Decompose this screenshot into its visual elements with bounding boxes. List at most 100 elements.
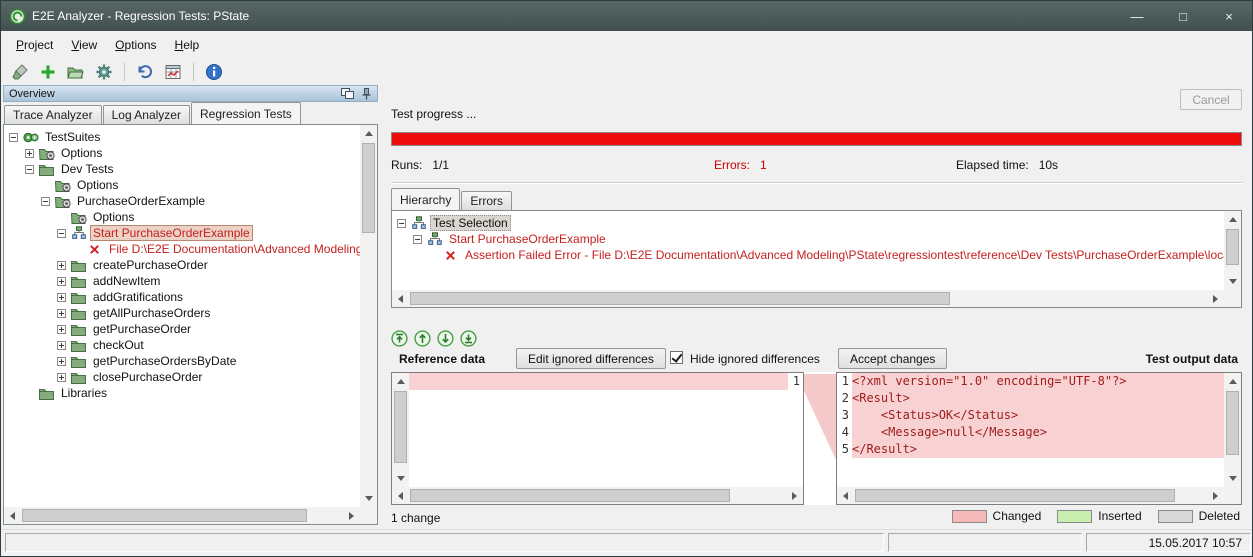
horizontal-scrollbar[interactable] [837,487,1224,504]
collapse-icon[interactable] [9,133,18,142]
collapse-icon[interactable] [413,235,422,244]
info-icon[interactable] [203,61,225,83]
tab-errors[interactable]: Errors [461,191,512,210]
scrollbar-thumb[interactable] [394,391,407,463]
tree-item[interactable]: Test Selection [393,215,1224,231]
tree-item[interactable]: Start PurchaseOrderExample [393,231,1224,247]
scroll-up-button[interactable] [1224,373,1241,390]
tree-item[interactable]: Libraries [5,385,360,401]
collapse-icon[interactable] [397,219,406,228]
tab-log-analyzer[interactable]: Log Analyzer [103,105,190,124]
scroll-left-button[interactable] [4,507,21,524]
scrollbar-thumb[interactable] [22,509,307,522]
minimize-button[interactable]: — [1114,1,1160,31]
clean-icon[interactable] [9,61,31,83]
panel-splitter[interactable] [378,85,389,525]
expand-icon[interactable] [57,325,66,334]
scroll-left-button[interactable] [392,290,409,307]
tree-item[interactable]: Dev Tests [5,161,360,177]
tree-item[interactable]: Assertion Failed Error - File D:\E2E Doc… [393,247,1224,263]
scrollbar-thumb[interactable] [1226,229,1239,265]
scrollbar-thumb[interactable] [1226,391,1239,455]
expand-icon[interactable] [57,277,66,286]
next-difference-button[interactable] [437,330,455,348]
expand-icon[interactable] [57,293,66,302]
reference-data-pane[interactable]: 1 [391,372,804,505]
tree-item[interactable]: Options [5,209,360,225]
tree-item[interactable]: Options [5,177,360,193]
horizontal-scrollbar[interactable] [392,487,803,504]
tree-item[interactable]: File D:\E2E Documentation\Advanced Model… [5,241,360,257]
scroll-left-button[interactable] [392,487,409,504]
report-icon[interactable] [162,61,184,83]
tree-item[interactable]: checkOut [5,337,360,353]
vertical-scrollbar[interactable] [1224,373,1241,487]
tree-item[interactable]: addGratifications [5,289,360,305]
vertical-scrollbar[interactable] [360,125,377,507]
expand-icon[interactable] [57,341,66,350]
collapse-icon[interactable] [41,197,50,206]
scroll-down-button[interactable] [360,490,377,507]
pin-icon[interactable] [361,88,372,100]
expand-icon[interactable] [57,261,66,270]
scroll-down-button[interactable] [392,470,409,487]
horizontal-scrollbar[interactable] [392,290,1224,307]
scroll-right-button[interactable] [1207,487,1224,504]
tree-item[interactable]: Start PurchaseOrderExample [5,225,360,241]
add-icon[interactable] [37,61,59,83]
menu-help[interactable]: Help [166,33,209,57]
open-icon[interactable] [65,61,87,83]
menu-project[interactable]: Project [7,33,62,57]
first-difference-button[interactable] [391,330,409,348]
scrollbar-thumb[interactable] [855,489,1175,502]
expand-icon[interactable] [25,149,34,158]
scroll-up-button[interactable] [392,373,409,390]
scroll-right-button[interactable] [343,507,360,524]
tab-hierarchy[interactable]: Hierarchy [391,188,460,210]
collapse-icon[interactable] [25,165,34,174]
vertical-scrollbar[interactable] [392,373,409,487]
scroll-down-button[interactable] [1224,273,1241,290]
scroll-up-button[interactable] [360,125,377,142]
tab-regression-tests[interactable]: Regression Tests [191,102,301,124]
scroll-left-button[interactable] [837,487,854,504]
close-button[interactable]: × [1206,1,1252,31]
expand-icon[interactable] [57,373,66,382]
expand-icon[interactable] [57,309,66,318]
tree-item[interactable]: Options [5,145,360,161]
menu-view[interactable]: View [62,33,106,57]
test-output-pane[interactable]: 1<?xml version="1.0" encoding="UTF-8"?>2… [836,372,1242,505]
titlebar[interactable]: E2E Analyzer - Regression Tests: PState … [1,1,1252,31]
undo-icon[interactable] [134,61,156,83]
hide-ignored-differences-label[interactable]: Hide ignored differences [690,352,820,366]
float-window-icon[interactable] [341,88,354,99]
scrollbar-thumb[interactable] [410,489,730,502]
menu-options[interactable]: Options [106,33,165,57]
tree-item[interactable]: getPurchaseOrdersByDate [5,353,360,369]
collapse-icon[interactable] [57,229,66,238]
tab-trace-analyzer[interactable]: Trace Analyzer [4,105,102,124]
horizontal-scrollbar[interactable] [4,507,360,524]
tree-item[interactable]: PurchaseOrderExample [5,193,360,209]
tree-item[interactable]: TestSuites [5,129,360,145]
previous-difference-button[interactable] [414,330,432,348]
accept-changes-button[interactable]: Accept changes [838,348,947,369]
scrollbar-thumb[interactable] [410,292,950,305]
cancel-button[interactable]: Cancel [1180,89,1242,110]
hide-ignored-differences-checkbox[interactable] [670,351,683,364]
last-difference-button[interactable] [460,330,478,348]
edit-ignored-differences-button[interactable]: Edit ignored differences [516,348,666,369]
scroll-up-button[interactable] [1224,211,1241,228]
settings-icon[interactable] [93,61,115,83]
scroll-down-button[interactable] [1224,470,1241,487]
scroll-right-button[interactable] [786,487,803,504]
expand-icon[interactable] [57,357,66,366]
maximize-button[interactable]: □ [1160,1,1206,31]
tree-item[interactable]: getPurchaseOrder [5,321,360,337]
scroll-right-button[interactable] [1207,290,1224,307]
tree-item[interactable]: addNewItem [5,273,360,289]
scrollbar-thumb[interactable] [362,143,375,233]
tree-item[interactable]: createPurchaseOrder [5,257,360,273]
vertical-scrollbar[interactable] [1224,211,1241,290]
tree-item[interactable]: getAllPurchaseOrders [5,305,360,321]
